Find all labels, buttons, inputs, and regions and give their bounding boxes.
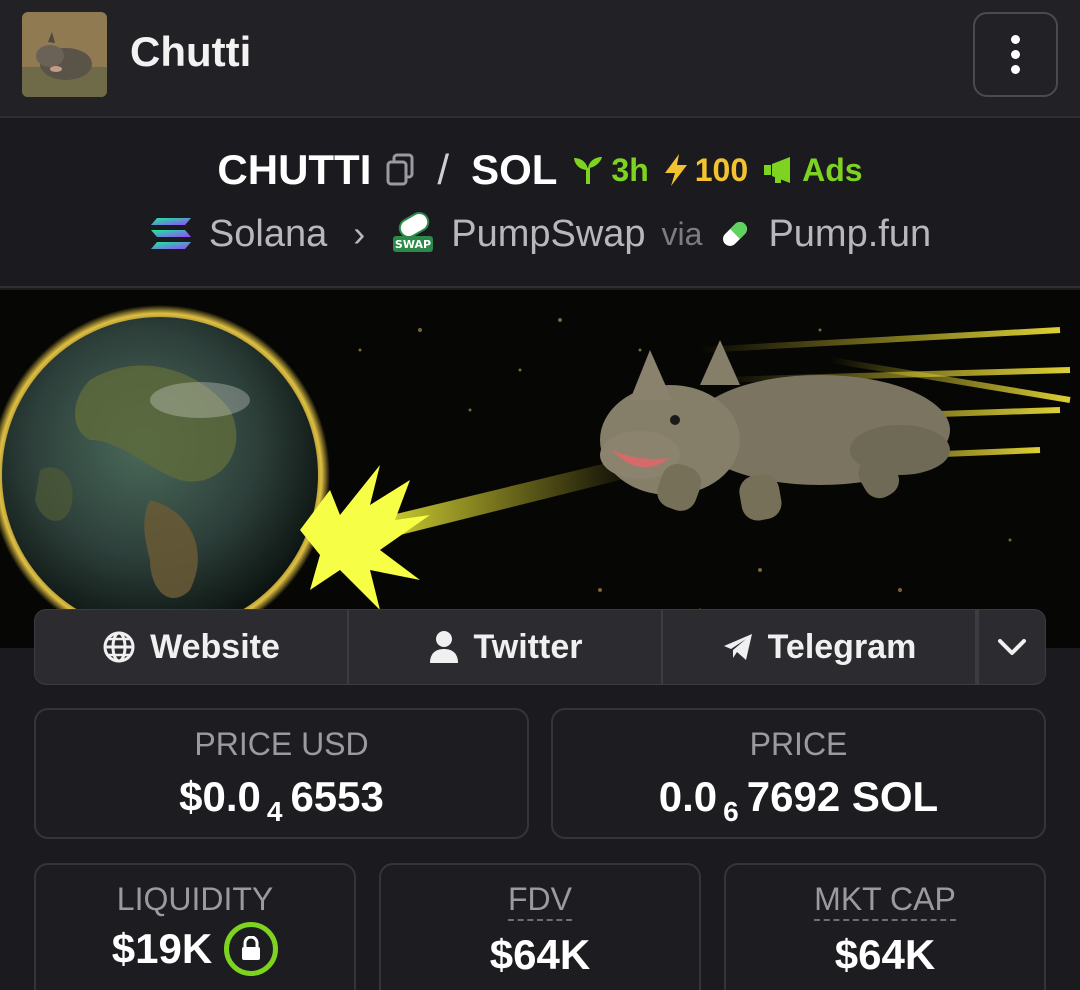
pair-age-badge: 3h [571,151,649,189]
launchpad-name[interactable]: Pump.fun [768,213,931,256]
website-link-button[interactable]: Website [35,610,349,684]
price-usd-card: PRICE USD $0.0 4 6553 [34,708,529,839]
token-avatar[interactable] [22,12,107,97]
liquidity-card: LIQUIDITY $19K [34,863,356,990]
price-usd-label: PRICE USD [194,726,369,762]
liquidity-label: LIQUIDITY [116,881,274,917]
ads-label: Ads [802,151,863,188]
megaphone-icon [764,157,791,183]
twitter-link-button[interactable]: Twitter [349,610,663,684]
liquidity-value: $19K [111,925,213,972]
price-usd-value: $0.0 4 6553 [36,773,527,827]
sprout-icon [574,157,603,184]
market-cap-card[interactable]: MKT CAP $64K [724,863,1046,990]
via-label: via [661,215,703,252]
pill-icon [723,222,748,246]
pair-header: CHUTTI / SOL 3h 100 Ads Solana › SWAP Pu… [0,120,1080,288]
more-links-button[interactable] [977,610,1045,684]
social-links-bar: Website Twitter Telegram [34,609,1046,685]
dex-name[interactable]: PumpSwap [451,213,645,256]
price-native-zero-count: 6 [723,796,739,827]
user-icon [429,631,458,663]
lightning-icon [664,154,687,186]
price-native-value: 0.0 6 7692 SOL [553,773,1044,827]
pumpswap-icon-text: SWAP [395,238,431,251]
telegram-link-button[interactable]: Telegram [663,610,977,684]
fdv-label: FDV [508,881,572,921]
price-usd-prefix: $0.0 [179,773,261,820]
top-bar: Chutti [0,0,1080,118]
chain-name[interactable]: Solana [209,213,327,256]
price-native-digits: 7692 SOL [746,773,939,820]
market-cap-value: $64K [834,931,936,978]
telegram-label: Telegram [767,627,917,666]
pair-age: 3h [611,151,649,188]
token-banner-image [0,290,1080,648]
pair-quote-symbol: SOL [471,146,558,193]
price-native-label: PRICE [749,726,848,762]
chain-breadcrumb: Solana › SWAP PumpSwap via Pump.fun [0,212,1080,256]
price-usd-digits: 6553 [290,773,384,820]
menu-dot [1011,35,1020,44]
solana-icon [150,218,191,249]
chevron-down-icon [998,639,1026,655]
liquidity-lock-icon[interactable] [224,922,279,976]
pair-separator: / [437,146,450,193]
chevron-right-icon: › [353,213,366,254]
fdv-card[interactable]: FDV $64K [379,863,701,990]
market-cap-label: MKT CAP [814,881,956,921]
telegram-icon [723,634,752,660]
boost-badge[interactable]: 100 [663,152,748,189]
fdv-value: $64K [489,931,591,978]
price-native-prefix: 0.0 [658,773,718,820]
website-label: Website [150,627,280,666]
menu-dot [1011,65,1020,74]
menu-dot [1011,50,1020,59]
pumpswap-icon: SWAP [393,212,434,252]
price-usd-zero-count: 4 [266,796,283,827]
twitter-label: Twitter [473,627,583,666]
boost-count: 100 [694,151,749,188]
globe-icon [103,631,135,663]
token-title: Chutti [130,28,252,75]
pair-base-symbol: CHUTTI [217,146,372,193]
kebab-menu-button[interactable] [973,12,1058,97]
copy-icon[interactable] [385,153,415,187]
liquidity-value-row: $19K [36,922,354,976]
pair-row: CHUTTI / SOL 3h 100 Ads [0,146,1080,194]
ads-badge[interactable]: Ads [762,151,863,189]
price-native-card: PRICE 0.0 6 7692 SOL [551,708,1046,839]
